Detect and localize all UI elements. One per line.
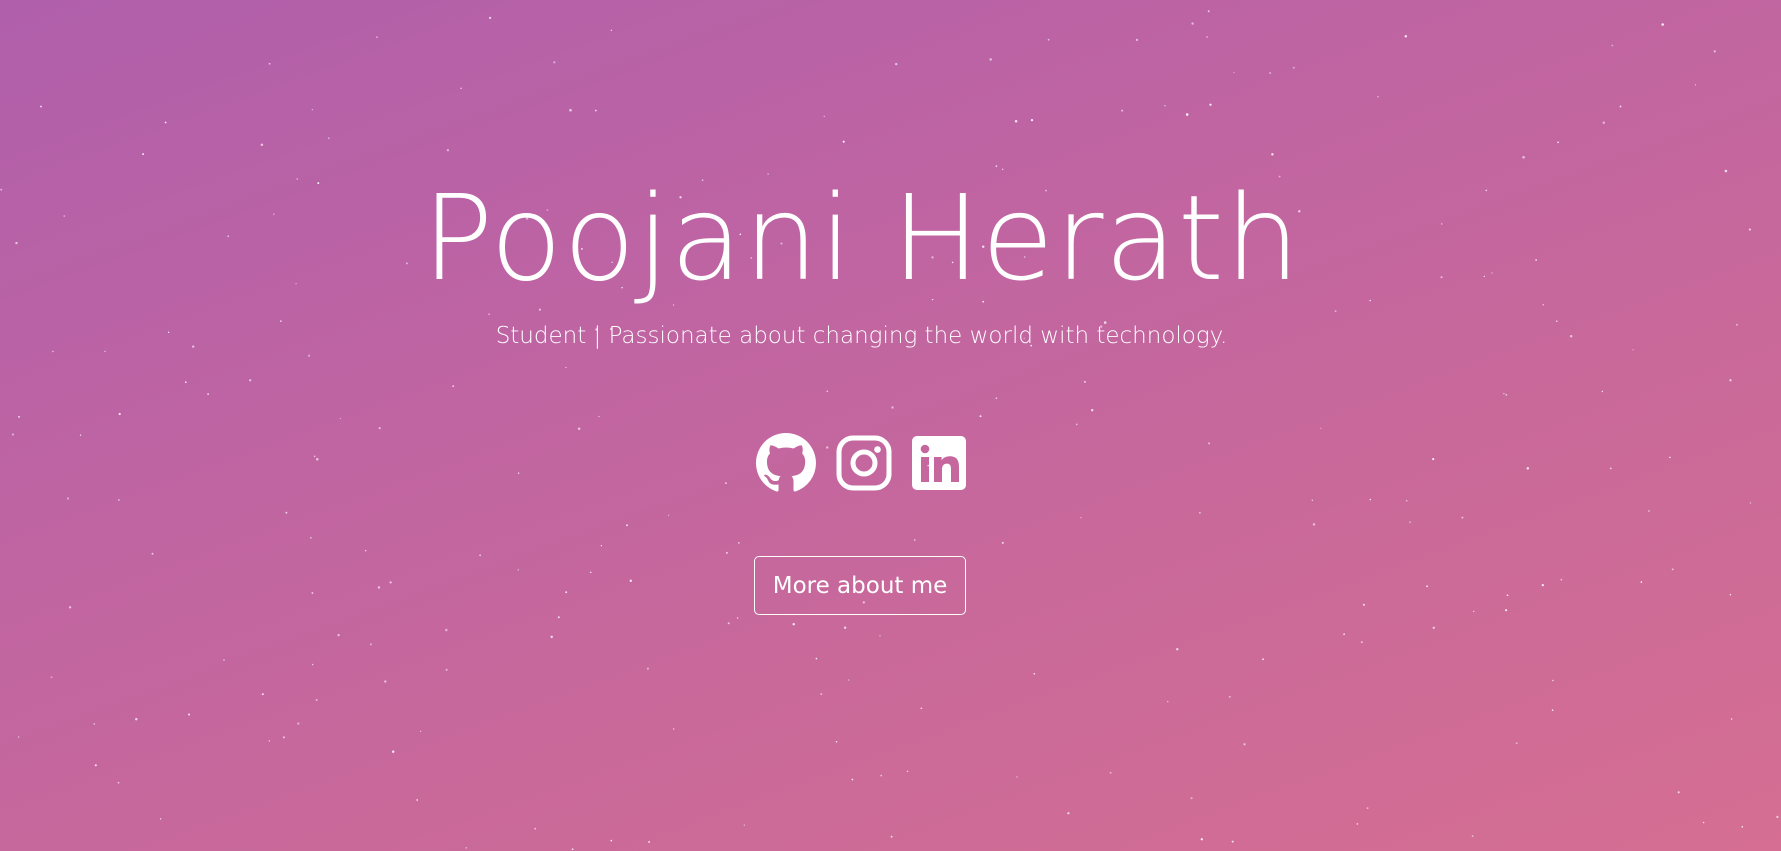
tagline: Student | Passionate about changing the … <box>495 323 1228 349</box>
hero-section: Poojani Herath Student | Passionate abou… <box>0 0 1781 851</box>
more-about-me-button[interactable]: More about me <box>754 556 966 615</box>
social-links <box>756 432 966 494</box>
instagram-icon <box>836 435 892 491</box>
page-title: Poojani Herath <box>422 169 1301 307</box>
github-icon <box>756 433 816 492</box>
linkedin-icon <box>912 436 966 490</box>
instagram-link[interactable] <box>836 435 892 491</box>
github-link[interactable] <box>756 433 816 493</box>
linkedin-link[interactable] <box>912 436 966 490</box>
